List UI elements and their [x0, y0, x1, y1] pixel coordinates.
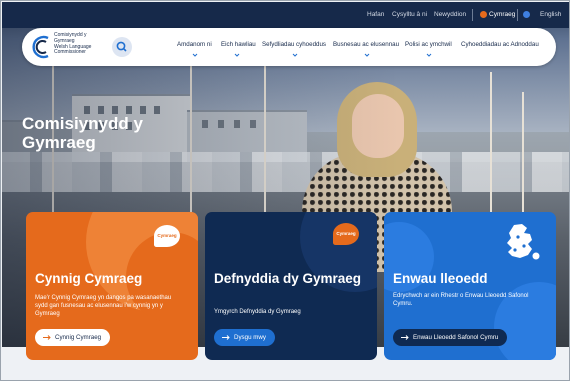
- nav-item-public-bodies[interactable]: Sefydliadau cyhoeddus: [262, 41, 326, 48]
- enwau-lleoedd-button[interactable]: Enwau Lleoedd Safonol Cymru: [393, 329, 508, 346]
- card-title: Enwau lleoedd: [393, 271, 488, 286]
- card-cynnig-cymraeg[interactable]: Cymraeg Cynnig Cymraeg Mae'r Cynnig Cymr…: [26, 212, 198, 360]
- card-description: Edrychwch ar ein Rhestr o Enwau Lleoedd …: [393, 293, 529, 307]
- chevron-down-icon[interactable]: [192, 52, 198, 58]
- hero-title: Comisiynydd y Gymraeg: [22, 114, 143, 152]
- dysgu-mwy-button[interactable]: Dysgu mwy: [214, 329, 275, 346]
- cynnig-cymraeg-button[interactable]: Cynnig Cymraeg: [35, 329, 111, 346]
- cymraeg-badge-icon: Cymraeg: [154, 225, 180, 247]
- nav-item-publications[interactable]: Cyhoeddiadau ac Adnoddau: [461, 41, 539, 48]
- chevron-down-icon[interactable]: [234, 52, 240, 58]
- search-button[interactable]: [112, 37, 132, 57]
- language-dot-icon: [523, 11, 530, 18]
- utility-link-news[interactable]: Newyddion: [434, 11, 466, 18]
- arrow-right-icon: [401, 335, 409, 340]
- nav-item-about[interactable]: Amdanom ni: [177, 41, 212, 48]
- nav-item-businesses[interactable]: Busnesau ac elusennau: [333, 41, 399, 48]
- wales-map-icon: [507, 224, 540, 260]
- button-label: Cynnig Cymraeg: [55, 334, 102, 341]
- language-dot-icon: [480, 11, 487, 18]
- arrow-right-icon: [222, 335, 230, 340]
- search-icon: [116, 41, 127, 52]
- cymraeg-badge-icon: Cymraeg: [333, 223, 359, 245]
- utility-link-contact[interactable]: Cysylltu â ni: [392, 11, 427, 18]
- commissioner-logo-icon[interactable]: [28, 33, 56, 61]
- card-defnyddia-dy-gymraeg[interactable]: Cymraeg Defnyddia dy Gymraeg Ymgyrch Def…: [205, 212, 377, 360]
- language-english[interactable]: English: [540, 11, 561, 18]
- button-label: Dysgu mwy: [234, 334, 266, 341]
- utility-link-home[interactable]: Hafan: [367, 11, 384, 18]
- main-navigation: Comisiynydd y Gymraeg Welsh Language Com…: [22, 28, 556, 66]
- utility-divider: [472, 9, 473, 21]
- card-enwau-lleoedd[interactable]: Enwau lleoedd Edrychwch ar ein Rhestr o …: [384, 212, 556, 360]
- arrow-right-icon: [43, 335, 51, 340]
- nav-item-rights[interactable]: Eich hawliau: [221, 41, 256, 48]
- utility-bar: Hafan Cysylltu â ni Newyddion Cymraeg En…: [2, 2, 569, 28]
- chevron-down-icon[interactable]: [292, 52, 298, 58]
- card-description: Mae'r Cynnig Cymraeg yn dangos pa wasana…: [35, 295, 172, 317]
- language-cymraeg[interactable]: Cymraeg: [489, 11, 515, 18]
- nav-item-policy[interactable]: Polisi ac ymchwil: [405, 41, 452, 48]
- chevron-down-icon[interactable]: [364, 52, 370, 58]
- card-title: Defnyddia dy Gymraeg: [214, 271, 362, 286]
- card-title: Cynnig Cymraeg: [35, 271, 143, 286]
- button-label: Enwau Lleoedd Safonol Cymru: [413, 334, 499, 341]
- page: Comisiynydd y Gymraeg Hafan Cysylltu â n…: [0, 0, 570, 381]
- chevron-down-icon[interactable]: [426, 52, 432, 58]
- utility-divider: [517, 9, 518, 21]
- card-description: Ymgyrch Defnyddia dy Gymraeg: [214, 309, 301, 315]
